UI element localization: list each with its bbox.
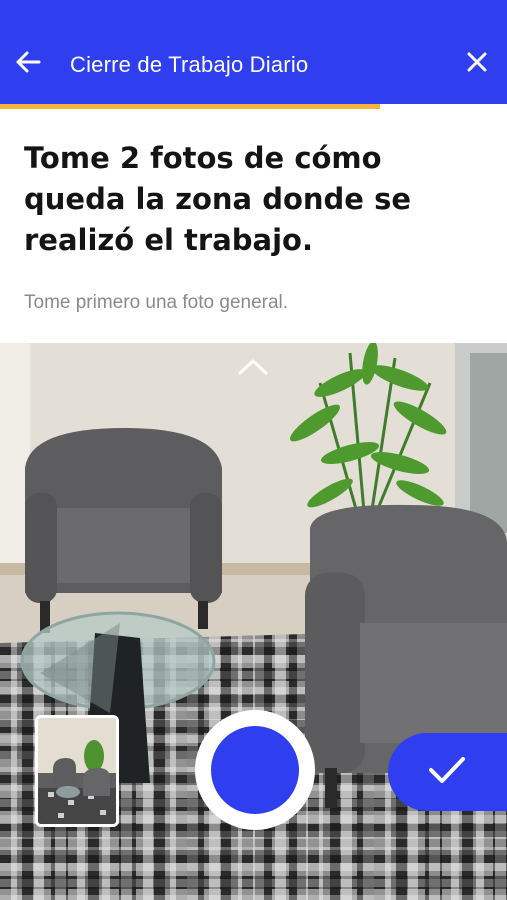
page-title: Cierre de Trabajo Diario [70, 52, 309, 77]
captured-photo-thumbnail[interactable] [35, 715, 119, 827]
instruction-heading: Tome 2 fotos de cómo queda la zona donde… [24, 141, 411, 257]
instruction-subtext: Tome primero una foto general. [24, 292, 289, 313]
back-button[interactable] [8, 44, 48, 84]
chevron-up-icon [237, 358, 269, 380]
checkmark-icon [428, 755, 466, 789]
progress-bar [0, 104, 381, 109]
shutter-core [211, 726, 299, 814]
expand-button[interactable] [233, 352, 273, 386]
close-button[interactable] [457, 44, 497, 84]
shutter-button[interactable] [195, 710, 315, 830]
photo-preview [38, 718, 116, 824]
close-icon [466, 51, 488, 77]
app-header: Cierre de Trabajo Diario [0, 0, 507, 104]
confirm-button[interactable] [388, 733, 507, 811]
arrow-left-icon [15, 50, 41, 78]
